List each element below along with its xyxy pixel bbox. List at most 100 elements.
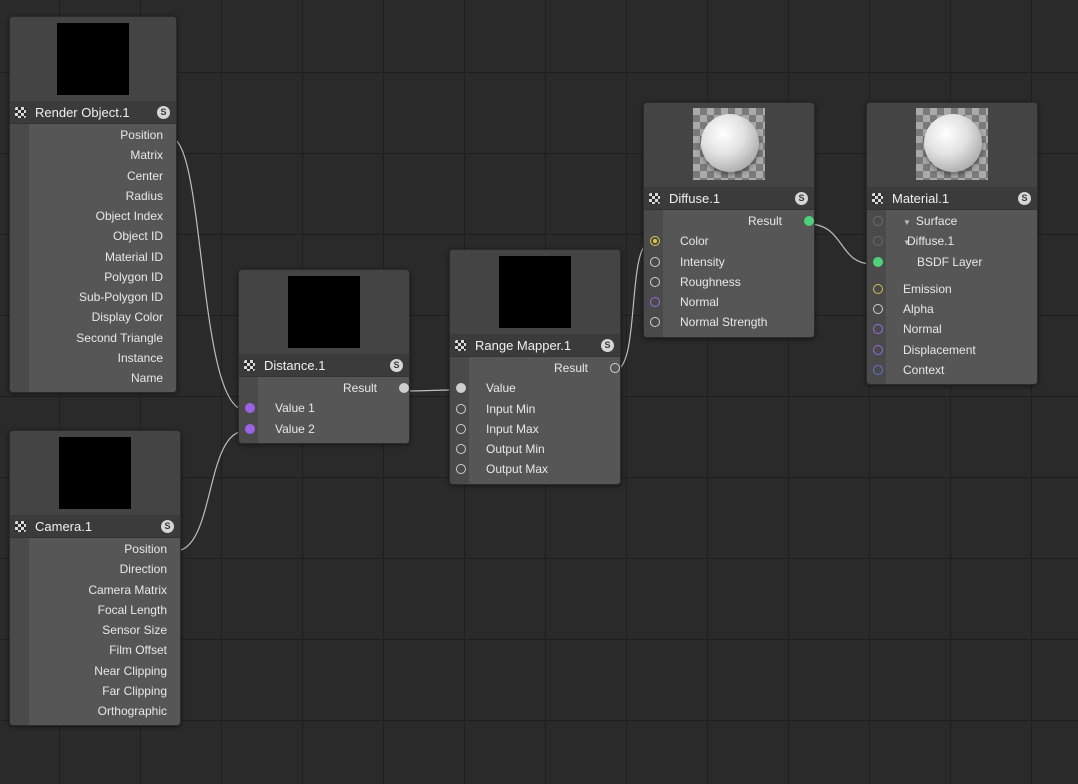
port-row-object-index[interactable]: Object Index <box>29 206 176 226</box>
node-header[interactable]: Material.1 S <box>867 188 1037 210</box>
node-header[interactable]: Distance.1 S <box>239 355 409 377</box>
port-normal-icon[interactable] <box>650 297 660 307</box>
camera-node[interactable]: Camera.1 S Position Direction Camera Matri… <box>9 430 181 727</box>
port-roughness-icon[interactable] <box>650 276 660 287</box>
port-context-icon[interactable] <box>873 364 883 375</box>
distance-node[interactable]: Distance.1 S Result Value 1 Value 2 <box>238 269 410 444</box>
port-row-matrix[interactable]: Matrix <box>29 145 176 165</box>
port-label: Diffuse.1 <box>907 234 955 249</box>
port-row-input-max[interactable]: Input Max <box>456 419 601 439</box>
port-row-sensor-size[interactable]: Sensor Size <box>29 620 180 640</box>
port-list: Position Direction Camera Matrix Focal Leng… <box>29 538 180 726</box>
port-row-diffuse-1[interactable]: ▼ Diffuse.1 <box>873 231 1018 251</box>
port-alpha-icon[interactable] <box>873 304 883 314</box>
port-row-value-2[interactable]: Value 2 <box>245 419 390 439</box>
port-label: Input Min <box>486 401 536 416</box>
port-row-sub-polygon-id[interactable]: Sub-Polygon ID <box>29 287 176 307</box>
node-preview <box>450 250 620 335</box>
node-header[interactable]: Range Mapper.1 S <box>450 335 620 357</box>
port-row-color[interactable]: Color <box>650 231 795 251</box>
solo-icon[interactable]: S <box>161 520 174 533</box>
render-object-node[interactable]: Render Object.1 S Position Matrix Center Ra… <box>9 16 177 394</box>
preview-thumbnail <box>499 256 571 328</box>
port-label: Direction <box>119 562 167 577</box>
port-label: Alpha <box>903 302 934 317</box>
port-row-output-max[interactable]: Output Max <box>456 459 601 479</box>
port-row-emission[interactable]: Emission <box>873 279 1018 299</box>
port-row-orthographic[interactable]: Orthographic <box>29 701 180 721</box>
port-row-value[interactable]: Value <box>456 378 601 398</box>
port-row-result[interactable]: Result <box>663 211 814 231</box>
material-node[interactable]: Material.1 S ▼ Surface ▼ Diffuse.1 BSDF Laye… <box>866 102 1038 385</box>
port-row-output-min[interactable]: Output Min <box>456 439 601 459</box>
node-title: Render Object.1 <box>35 105 130 120</box>
port-label: Far Clipping <box>102 683 167 698</box>
solo-icon[interactable]: S <box>1018 192 1031 205</box>
port-input-max-icon[interactable] <box>456 423 466 434</box>
port-intensity-icon[interactable] <box>650 256 660 267</box>
port-row-radius[interactable]: Radius <box>29 186 176 206</box>
port-row-position[interactable]: Position <box>29 125 176 145</box>
port-row-displacement[interactable]: Displacement <box>873 340 1018 360</box>
port-label: Display Color <box>91 310 163 325</box>
port-row-film-offset[interactable]: Film Offset <box>29 640 180 660</box>
node-title: Diffuse.1 <box>669 191 721 206</box>
port-row-normal-strength[interactable]: Normal Strength <box>650 312 795 332</box>
solo-icon[interactable]: S <box>795 192 808 205</box>
sphere-preview <box>701 114 759 172</box>
port-row-context[interactable]: Context <box>873 360 1018 380</box>
port-row-second-triangle[interactable]: Second Triangle <box>29 328 176 348</box>
port-list: ▼ Surface ▼ Diffuse.1 BSDF Layer Emission Alph… <box>873 210 1037 384</box>
port-row-value-1[interactable]: Value 1 <box>245 398 390 418</box>
node-header[interactable]: Render Object.1 S <box>10 102 176 124</box>
port-row-far-clipping[interactable]: Far Clipping <box>29 681 180 701</box>
port-row-object-id[interactable]: Object ID <box>29 226 176 246</box>
port-row-result[interactable]: Result <box>258 378 409 398</box>
port-row-position[interactable]: Position <box>29 539 180 559</box>
expand-arrow-icon[interactable]: ▼ <box>903 218 911 227</box>
port-row-alpha[interactable]: Alpha <box>873 299 1018 319</box>
port-label: Sub-Polygon ID <box>78 290 163 305</box>
range-mapper-node[interactable]: Range Mapper.1 S Result Value Input Min Inp… <box>449 249 621 485</box>
solo-icon[interactable]: S <box>390 359 403 372</box>
wire-renderobject-position-to-distance-value1 <box>170 137 246 411</box>
port-row-focal-length[interactable]: Focal Length <box>29 600 180 620</box>
port-row-roughness[interactable]: Roughness <box>650 272 795 292</box>
port-row-result[interactable]: Result <box>469 358 620 378</box>
port-label: Focal Length <box>97 602 167 617</box>
port-row-intensity[interactable]: Intensity <box>650 252 795 272</box>
port-output-min-icon[interactable] <box>456 444 466 454</box>
node-header[interactable]: Diffuse.1 S <box>644 188 814 210</box>
port-row-near-clipping[interactable]: Near Clipping <box>29 661 180 681</box>
port-value-2-icon[interactable] <box>245 423 255 434</box>
port-row-polygon-id[interactable]: Polygon ID <box>29 267 176 287</box>
node-header[interactable]: Camera.1 S <box>10 516 180 538</box>
port-row-bsdf-layer[interactable]: BSDF Layer <box>873 252 1018 272</box>
port-emission-icon[interactable] <box>873 283 883 294</box>
port-row-surface[interactable]: ▼ Surface <box>873 211 1018 231</box>
port-row-name[interactable]: Name <box>29 368 176 388</box>
port-row-center[interactable]: Center <box>29 166 176 186</box>
port-row-instance[interactable]: Instance <box>29 348 176 368</box>
port-row-display-color[interactable]: Display Color <box>29 307 176 327</box>
port-row-normal[interactable]: Normal <box>650 292 795 312</box>
port-row-normal[interactable]: Normal <box>873 319 1018 339</box>
port-row-camera-matrix[interactable]: Camera Matrix <box>29 580 180 600</box>
port-label: Second Triangle <box>76 330 163 345</box>
port-displacement-icon[interactable] <box>873 344 883 355</box>
port-result-icon[interactable] <box>610 363 620 373</box>
port-list: Result Value 1 Value 2 <box>245 377 409 443</box>
port-result-icon[interactable] <box>804 216 814 226</box>
solo-icon[interactable]: S <box>601 339 614 352</box>
port-surface-icon[interactable] <box>873 216 883 226</box>
diffuse-node[interactable]: Diffuse.1 S Result Color Intensity Roughnes… <box>643 102 815 338</box>
solo-icon[interactable]: S <box>157 106 170 119</box>
port-row-input-min[interactable]: Input Min <box>456 399 601 419</box>
node-preview <box>239 270 409 355</box>
port-label: Value 2 <box>275 421 315 436</box>
port-bsdf-layer-icon[interactable] <box>873 256 883 267</box>
port-row-material-id[interactable]: Material ID <box>29 247 176 267</box>
port-result-icon[interactable] <box>399 383 409 393</box>
port-input-min-icon[interactable] <box>456 403 466 414</box>
port-row-direction[interactable]: Direction <box>29 559 180 579</box>
